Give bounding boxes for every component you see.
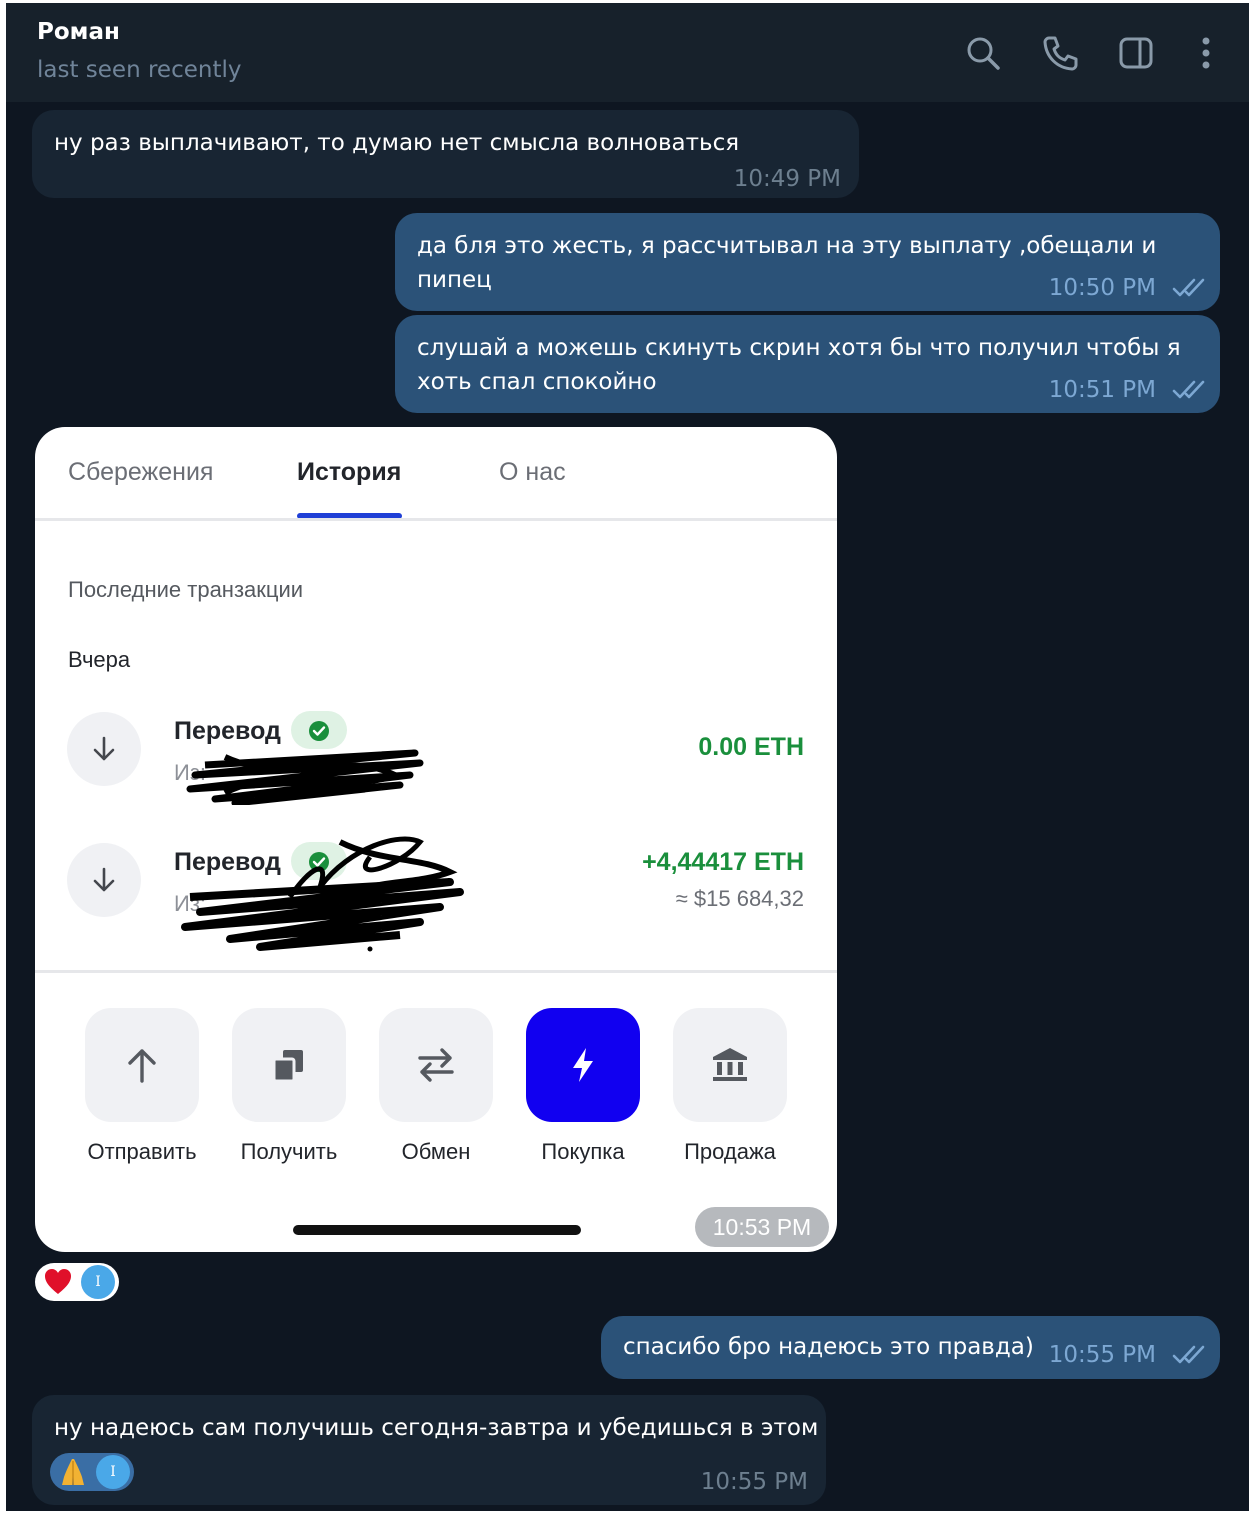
- tab-history: История: [297, 458, 402, 486]
- send-button: [85, 1008, 199, 1122]
- telegram-chat-window: Роман last seen recently ну раз выплачив…: [6, 3, 1249, 1511]
- swap-icon: [418, 1048, 454, 1082]
- transaction-fiat-value: ≈ $15 684,32: [675, 886, 804, 911]
- message-time: 10:53 PM: [695, 1207, 829, 1247]
- praying-hands-icon: [62, 1459, 84, 1485]
- message-text-line: пипец: [417, 267, 492, 293]
- reaction-heart[interactable]: I: [35, 1263, 119, 1301]
- lightning-icon: [573, 1048, 593, 1082]
- home-indicator: [293, 1225, 581, 1235]
- check-icon: [291, 711, 347, 749]
- message-text: ну надеюсь сам получишь сегодня-завтра и…: [54, 1415, 819, 1441]
- day-label: Вчера: [68, 647, 131, 672]
- message-text: спасибо бро надеюсь это правда): [623, 1334, 1034, 1360]
- divider: [35, 518, 837, 521]
- exchange-button: [379, 1008, 493, 1122]
- message-text-line: слушай а можешь скинуть скрин хотя бы чт…: [417, 335, 1181, 361]
- receive-button: [232, 1008, 346, 1122]
- contact-name[interactable]: Роман: [37, 19, 120, 45]
- message-outgoing[interactable]: слушай а можешь скинуть скрин хотя бы чт…: [395, 315, 1220, 413]
- action-label: Обмен: [401, 1139, 471, 1164]
- message-incoming[interactable]: ну раз выплачивают, то думаю нет смысла …: [32, 110, 859, 198]
- chat-header: Роман last seen recently: [6, 3, 1249, 102]
- copy-icon: [272, 1050, 303, 1083]
- sidebar-toggle-icon[interactable]: [1116, 33, 1156, 73]
- bank-icon: [713, 1048, 747, 1081]
- avatar: I: [81, 1265, 115, 1299]
- buy-button: [526, 1008, 640, 1122]
- message-text: ну раз выплачивают, то думаю нет смысла …: [54, 130, 740, 156]
- message-time: 10:55 PM: [700, 1469, 808, 1495]
- redaction-scribble: [181, 836, 464, 952]
- message-text-line: да бля это жесть, я рассчитывал на эту в…: [417, 233, 1157, 259]
- transaction-title: Перевод: [174, 717, 281, 745]
- arrow-down-icon: [67, 843, 141, 917]
- search-icon[interactable]: [963, 33, 1003, 73]
- phone-icon[interactable]: [1040, 33, 1080, 73]
- arrow-up-icon: [128, 1049, 156, 1083]
- sell-button: [673, 1008, 787, 1122]
- message-time: 10:49 PM: [733, 166, 841, 192]
- action-label: Продажа: [684, 1139, 776, 1164]
- photo-message-wallet-screenshot[interactable]: Сбережения История О нас Последние транз…: [35, 427, 837, 1252]
- double-check-icon: [1172, 1345, 1205, 1364]
- double-check-icon: [1172, 278, 1205, 297]
- message-outgoing[interactable]: спасибо бро надеюсь это правда) 10:55 PM: [601, 1316, 1220, 1379]
- message-time: 10:55 PM: [1048, 1342, 1156, 1368]
- divider: [35, 970, 837, 973]
- action-label: Отправить: [87, 1139, 197, 1164]
- more-vertical-icon[interactable]: [1186, 33, 1226, 73]
- avatar: I: [96, 1455, 130, 1489]
- message-incoming[interactable]: ну надеюсь сам получишь сегодня-завтра и…: [32, 1395, 826, 1505]
- message-time: 10:50 PM: [1048, 275, 1156, 301]
- transaction-amount: 0.00 ETH: [698, 733, 804, 761]
- message-time: 10:51 PM: [1048, 377, 1156, 403]
- action-label: Получить: [240, 1139, 338, 1164]
- contact-status: last seen recently: [37, 57, 242, 83]
- section-title: Последние транзакции: [68, 577, 304, 602]
- arrow-down-icon: [67, 712, 141, 786]
- double-check-icon: [1172, 380, 1205, 399]
- reaction-praying-hands[interactable]: I: [50, 1453, 134, 1491]
- redaction-scribble: [186, 749, 424, 805]
- heart-icon: [45, 1269, 71, 1294]
- tab-savings: Сбережения: [68, 458, 214, 486]
- action-label: Покупка: [541, 1139, 625, 1164]
- message-outgoing[interactable]: да бля это жесть, я рассчитывал на эту в…: [395, 213, 1220, 311]
- transaction-amount: +4,44417 ETH: [642, 848, 804, 876]
- tab-about: О нас: [499, 458, 566, 486]
